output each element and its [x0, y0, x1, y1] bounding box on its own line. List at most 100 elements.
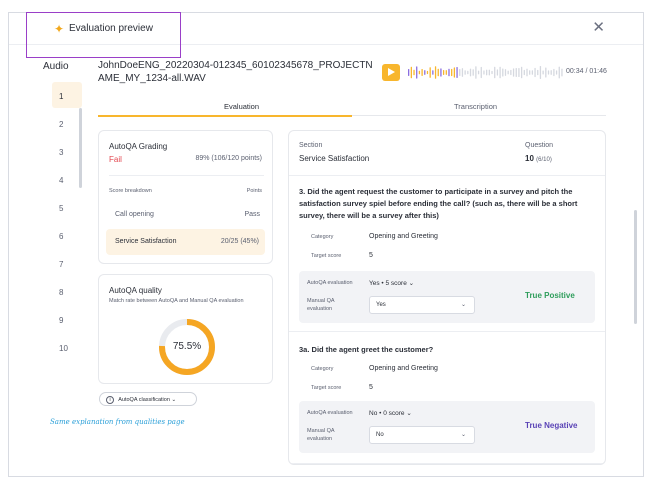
audio-item[interactable]: 9: [52, 306, 82, 332]
question-number: 3a.: [299, 345, 310, 354]
waveform-bar: [432, 70, 434, 75]
play-button[interactable]: [382, 64, 400, 81]
autoqa-classification-button[interactable]: i AutoQA classification ⌄: [99, 392, 197, 406]
waveform-bar: [408, 69, 410, 76]
question-text: 3a. Did the agent greet the customer?: [299, 344, 599, 356]
category-value: Opening and Greeting: [369, 233, 438, 240]
section-value: Service Satisfaction: [299, 154, 370, 163]
waveform-bar: [555, 70, 558, 75]
breakdown-row-value: 20/25 (45%): [220, 238, 259, 245]
breakdown-row-label[interactable]: Call opening: [115, 211, 154, 218]
divider: [109, 175, 264, 176]
waveform-bar: [451, 68, 453, 77]
waveform-bar: [475, 66, 477, 79]
category-label: Category: [311, 366, 334, 372]
manual-qa-select[interactable]: Yes ⌄: [369, 296, 475, 314]
manual-qa-label: Manual QA evaluation: [307, 428, 335, 442]
audio-item[interactable]: 4: [52, 166, 82, 192]
waveform-bar: [512, 68, 515, 77]
waveform-bar: [426, 70, 429, 75]
quality-subtitle: Match rate between AutoQA and Manual QA …: [109, 298, 244, 304]
audio-item[interactable]: 7: [52, 250, 82, 276]
section-label: Section: [299, 142, 323, 149]
autoqa-grading-card: AutoQA Grading Fail 89% (106/120 points)…: [98, 130, 273, 264]
waveform-bar: [461, 68, 464, 77]
tab-bar: Evaluation Transcription: [98, 96, 606, 117]
waveform-bar: [410, 66, 412, 79]
autoqa-evaluation-dropdown[interactable]: No • 0 score ⌄: [369, 409, 412, 417]
waveform-bar: [488, 69, 490, 76]
audio-item[interactable]: 2: [52, 110, 82, 136]
manual-qa-select[interactable]: No ⌄: [369, 426, 475, 444]
waveform-bar: [429, 67, 431, 78]
autoqa-evaluation-value: Yes • 5 score: [369, 280, 407, 287]
category-value: Opening and Greeting: [369, 365, 438, 372]
waveform-bar: [472, 69, 474, 76]
waveform-bar: [558, 66, 560, 79]
info-icon: i: [106, 396, 114, 404]
question-label: Question: [525, 142, 554, 149]
manual-qa-label: Manual QA evaluation: [307, 298, 335, 312]
manual-qa-value: Yes: [376, 302, 386, 308]
waveform-bar: [545, 67, 547, 78]
category-label: Category: [311, 234, 334, 240]
waveform-bar: [526, 68, 528, 77]
waveform-bar: [453, 67, 456, 78]
waveform-bar: [531, 70, 534, 75]
waveform-bar: [434, 66, 437, 79]
audio-waveform[interactable]: [408, 64, 564, 81]
waveform-bar: [448, 68, 450, 77]
waveform-bar: [418, 70, 421, 75]
handwritten-annotation: Same explanation from qualities page: [50, 418, 185, 426]
audio-list-scrollbar[interactable]: [79, 108, 82, 188]
target-score-label: Target score: [311, 385, 342, 391]
audio-item[interactable]: 6: [52, 222, 82, 248]
waveform-bar: [424, 70, 426, 75]
waveform-bar: [491, 70, 493, 75]
waveform-bar: [510, 69, 512, 76]
question-detail-panel: Section Service Satisfaction Question 10…: [288, 130, 606, 465]
autoqa-evaluation-label: AutoQA evaluation: [307, 410, 353, 416]
page-scrollbar[interactable]: [634, 210, 637, 324]
breakdown-row-value: Pass: [244, 211, 260, 218]
breakdown-row-selected[interactable]: Service Satisfaction 20/25 (45%): [106, 229, 265, 255]
playback-time: 00:34 / 01:46: [566, 68, 607, 75]
audio-item[interactable]: 3: [52, 138, 82, 164]
audio-item[interactable]: 5: [52, 194, 82, 220]
autoqa-evaluation-dropdown[interactable]: Yes • 5 score ⌄: [369, 279, 414, 287]
question-number: 10: [525, 154, 534, 163]
waveform-bar: [459, 69, 461, 76]
waveform-bar: [440, 68, 442, 77]
waveform-bar: [421, 69, 423, 76]
question-text: 3. Did the agent request the customer to…: [299, 186, 599, 222]
audio-item[interactable]: 8: [52, 278, 82, 304]
score-breakdown-label: Score breakdown: [109, 188, 152, 194]
waveform-bar: [456, 67, 458, 78]
classification-result: True Negative: [525, 421, 578, 430]
close-icon[interactable]: ✕: [592, 18, 605, 36]
tab-transcription[interactable]: Transcription: [454, 102, 497, 111]
autoqa-evaluation-value: No • 0 score: [369, 410, 405, 417]
waveform-bar: [561, 68, 563, 77]
quality-value: 75.5%: [172, 341, 202, 352]
waveform-bar: [539, 66, 542, 79]
chevron-down-icon: ⌄: [408, 280, 415, 287]
chevron-down-icon: ⌄: [171, 397, 177, 403]
waveform-bar: [477, 70, 480, 75]
waveform-bar: [520, 66, 523, 79]
question-count: 10 (6/10): [525, 154, 552, 163]
chevron-down-icon: ⌄: [406, 410, 412, 417]
points-label: Points: [246, 188, 262, 194]
question-body: Did the agent request the customer to pa…: [299, 187, 578, 220]
waveform-bar: [534, 67, 536, 78]
tab-evaluation[interactable]: Evaluation: [224, 102, 259, 111]
waveform-bar: [499, 66, 501, 79]
audio-item[interactable]: 10: [52, 334, 82, 360]
waveform-bar: [437, 68, 439, 77]
dialog-title: Evaluation preview: [69, 23, 153, 34]
waveform-bar: [529, 70, 531, 75]
waveform-bar: [469, 68, 472, 77]
audio-item[interactable]: 1: [52, 82, 82, 108]
question-body: Did the agent greet the customer?: [311, 345, 434, 354]
quality-title: AutoQA quality: [109, 286, 162, 295]
